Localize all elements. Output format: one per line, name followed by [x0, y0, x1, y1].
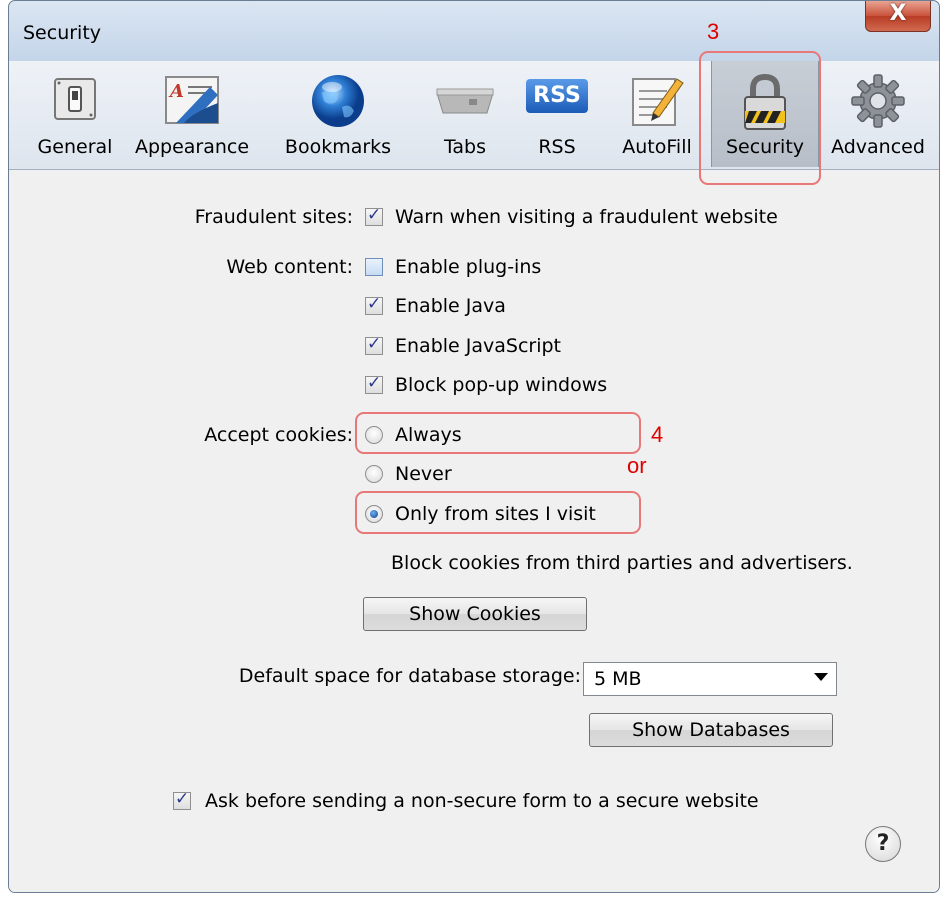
close-icon: X	[889, 1, 907, 26]
annotation-always-highlight	[355, 412, 641, 454]
annotation-or: or	[627, 453, 647, 478]
tab-autofill[interactable]: AutoFill	[609, 61, 705, 167]
show-databases-button[interactable]: Show Databases	[589, 713, 833, 747]
checkbox[interactable]	[173, 789, 191, 810]
annotation-security-highlight	[699, 51, 821, 185]
tab-advanced[interactable]: Advanced	[823, 61, 933, 167]
enable-java-checkbox[interactable]: Enable Java	[365, 294, 506, 317]
checkbox[interactable]	[365, 334, 383, 355]
tab-bookmarks[interactable]: Bookmarks	[275, 61, 401, 167]
tab-label: AutoFill	[622, 136, 692, 158]
globe-icon	[310, 73, 366, 133]
switch-icon	[49, 73, 101, 129]
window-title: Security	[23, 22, 102, 44]
tab-label: Tabs	[443, 136, 487, 158]
close-button[interactable]: X	[865, 1, 931, 32]
annotation-step-3: 3	[707, 19, 720, 44]
cookies-note: Block cookies from third parties and adv…	[391, 552, 853, 574]
checkbox[interactable]	[365, 294, 383, 315]
annotation-only-from-sites-highlight	[355, 491, 641, 534]
database-storage-label: Default space for database storage:	[238, 665, 581, 687]
tab-label: Appearance	[134, 136, 250, 158]
web-content-label: Web content:	[226, 256, 353, 278]
nonsecure-form-checkbox[interactable]: Ask before sending a non-secure form to …	[173, 789, 759, 812]
tab-rss[interactable]: RSS RSS	[517, 61, 597, 167]
selected-value: 5 MB	[594, 668, 642, 690]
radio-button[interactable]	[365, 465, 383, 483]
tab-label: General	[37, 136, 113, 158]
gear-icon	[850, 73, 906, 133]
fraudulent-sites-label: Fraudulent sites:	[194, 206, 353, 228]
accept-cookies-label: Accept cookies:	[204, 424, 353, 446]
tab-label: RSS	[538, 136, 576, 158]
tab-tabs[interactable]: Tabs	[427, 61, 503, 167]
checkbox[interactable]	[365, 373, 383, 394]
checkbox[interactable]	[365, 205, 383, 226]
security-preferences-window: Security X General A Appearance Bookmark…	[8, 0, 940, 893]
checkbox[interactable]	[365, 258, 383, 276]
annotation-step-4: 4	[651, 422, 664, 447]
block-popups-checkbox[interactable]: Block pop-up windows	[365, 373, 607, 396]
enable-javascript-checkbox[interactable]: Enable JavaScript	[365, 334, 561, 357]
fraudulent-warning-checkbox[interactable]: Warn when visiting a fraudulent website	[365, 205, 778, 228]
text-style-icon: A	[162, 73, 222, 131]
rss-icon: RSS	[526, 79, 588, 113]
tab-appearance[interactable]: A Appearance	[125, 61, 259, 167]
help-button[interactable]: ?	[865, 826, 901, 862]
tab-general[interactable]: General	[31, 61, 119, 167]
show-cookies-button[interactable]: Show Cookies	[363, 597, 587, 631]
pencil-form-icon	[629, 73, 685, 133]
svg-text:A: A	[168, 81, 184, 102]
tabs-icon	[435, 87, 495, 119]
tab-label: Advanced	[831, 136, 925, 158]
enable-plugins-checkbox[interactable]: Enable plug-ins	[365, 256, 541, 278]
cookies-never-radio[interactable]: Never	[365, 463, 452, 485]
chevron-down-icon	[814, 673, 828, 681]
database-storage-select[interactable]: 5 MB	[583, 662, 837, 696]
tab-label: Bookmarks	[284, 136, 392, 158]
